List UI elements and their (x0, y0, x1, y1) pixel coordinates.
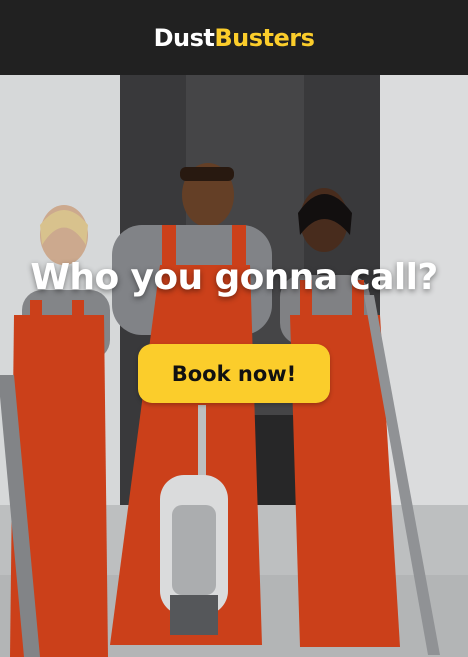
logo-word-dust: Dust (153, 23, 215, 52)
hero-headline: Who you gonna call? (30, 257, 438, 298)
logo[interactable]: DustBusters (154, 24, 315, 52)
logo-word-busters: Busters (214, 23, 315, 52)
hero-content: Who you gonna call? Book now! (0, 75, 468, 657)
hero-section: Who you gonna call? Book now! (0, 75, 468, 657)
site-header: DustBusters (0, 0, 468, 75)
book-now-button[interactable]: Book now! (138, 344, 330, 403)
